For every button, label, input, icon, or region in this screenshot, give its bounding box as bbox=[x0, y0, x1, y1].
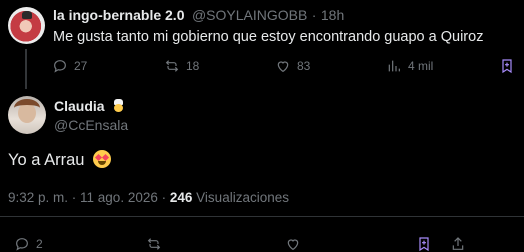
repost-button[interactable]: 18 bbox=[164, 58, 199, 74]
views-count: 4 mil bbox=[408, 59, 434, 73]
avatar[interactable] bbox=[8, 96, 46, 134]
handle[interactable]: @SOYLAINGOBB bbox=[192, 7, 307, 23]
display-name[interactable]: la ingo-bernable 2.0 bbox=[53, 7, 184, 23]
heart-eyes-emoji-icon bbox=[93, 150, 112, 168]
views-icon bbox=[388, 60, 400, 72]
reply-button[interactable]: 2 bbox=[14, 236, 43, 252]
chef-emoji-icon bbox=[112, 99, 125, 113]
heart-icon bbox=[287, 239, 299, 251]
views-button[interactable]: 4 mil bbox=[386, 58, 433, 74]
tweet-text-row: Yo a Arrau bbox=[8, 150, 112, 170]
thread-line bbox=[25, 49, 27, 89]
repost-button[interactable] bbox=[146, 236, 162, 252]
bookmark-button[interactable] bbox=[416, 236, 432, 252]
views-label: Visualizaciones bbox=[196, 190, 289, 205]
reply-button[interactable]: 27 bbox=[52, 58, 87, 74]
like-button[interactable]: 83 bbox=[275, 58, 310, 74]
views-count: 246 bbox=[169, 190, 193, 205]
share-icon bbox=[452, 237, 464, 250]
repost-icon bbox=[165, 60, 179, 72]
bookmark-icon bbox=[419, 237, 429, 252]
tweet-meta: 9:32 p. m. · 11 ago. 2026 · 246 Visualiz… bbox=[8, 190, 289, 205]
separator: · bbox=[311, 7, 317, 23]
reply-icon bbox=[16, 238, 28, 251]
bookmark-icon bbox=[502, 59, 512, 74]
repost-count: 18 bbox=[186, 59, 200, 73]
reply-count: 27 bbox=[74, 59, 88, 73]
display-name[interactable]: Claudia bbox=[54, 98, 105, 114]
tweet-age[interactable]: 18h bbox=[321, 7, 344, 23]
heart-icon bbox=[277, 61, 289, 73]
share-button[interactable] bbox=[450, 236, 466, 252]
reply-icon bbox=[54, 60, 66, 73]
reply-count: 2 bbox=[36, 237, 43, 251]
tweet-header: la ingo-bernable 2.0 @SOYLAINGOBB · 18h bbox=[53, 7, 344, 25]
like-button[interactable] bbox=[285, 236, 301, 252]
bookmark-button[interactable] bbox=[499, 58, 515, 74]
like-count: 83 bbox=[297, 59, 311, 73]
handle[interactable]: @CcEnsala bbox=[54, 117, 128, 133]
repost-icon bbox=[147, 238, 161, 250]
tweet-text: Me gusta tanto mi gobierno que estoy enc… bbox=[53, 29, 484, 45]
divider bbox=[0, 216, 524, 217]
tweet-header: Claudia bbox=[54, 98, 125, 116]
tweet-text: Yo a Arrau bbox=[8, 151, 85, 169]
avatar[interactable] bbox=[8, 7, 45, 44]
timestamp[interactable]: 9:32 p. m. · 11 ago. 2026 · bbox=[8, 190, 166, 205]
